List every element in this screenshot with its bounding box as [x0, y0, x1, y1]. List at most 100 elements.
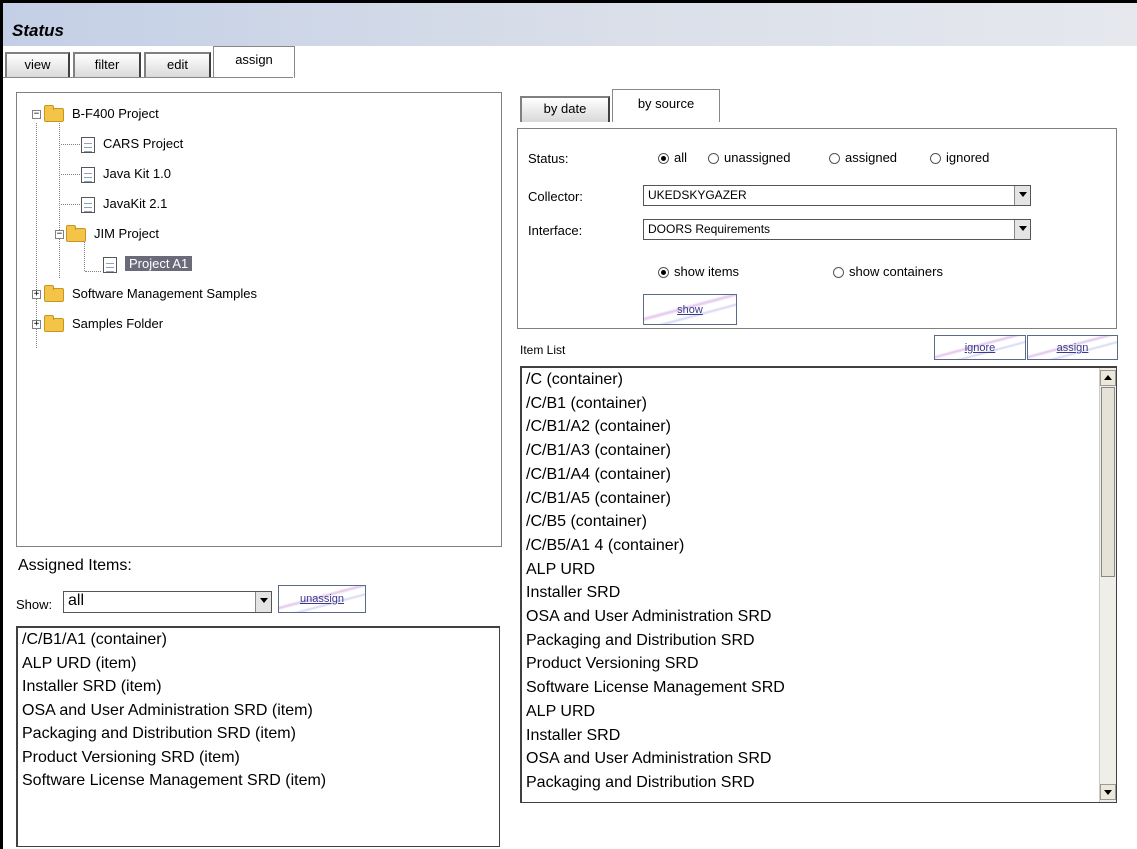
tree-item-java-kit-1-0[interactable]: Java Kit 1.0 — [81, 164, 171, 184]
list-item[interactable]: ALP URD — [522, 700, 1116, 724]
radio-label: show items — [674, 264, 740, 279]
list-item[interactable]: Packaging and Distribution SRD — [522, 771, 1116, 795]
radio-icon[interactable] — [658, 153, 669, 165]
item-list-label: Item List — [520, 343, 566, 357]
list-item[interactable]: OSA and User Administration SRD (item) — [18, 699, 499, 723]
list-item[interactable]: ALP URD — [522, 558, 1116, 582]
tab-by-source[interactable]: by source — [612, 89, 720, 122]
tree-folder-b-f400-project[interactable]: B-F400 Project — [44, 104, 159, 124]
main-tab-strip: view filter edit assign — [3, 46, 1137, 78]
assigned-items-list[interactable]: /C/B1/A1 (container) ALP URD (item) Inst… — [16, 626, 500, 847]
collapse-toggle[interactable]: − — [55, 230, 64, 239]
tree-item-javakit-2-1[interactable]: JavaKit 2.1 — [81, 194, 167, 214]
tree-line — [61, 204, 80, 205]
radio-label: ignored — [946, 150, 990, 165]
list-item[interactable]: /C/B1/A2 (container) — [522, 415, 1116, 439]
chevron-down-icon[interactable] — [1014, 186, 1030, 205]
tab-edit[interactable]: edit — [144, 52, 211, 78]
list-item[interactable]: /C/B5 (container) — [522, 510, 1116, 534]
tree-item-label: CARS Project — [103, 136, 184, 151]
tree-item-project-a1[interactable]: Project A1 — [103, 254, 193, 274]
expand-toggle[interactable]: + — [32, 290, 41, 299]
list-item[interactable]: /C/B1 (container) — [522, 392, 1116, 416]
scroll-down-icon[interactable] — [1100, 784, 1116, 800]
collector-label: Collector: — [528, 189, 583, 204]
list-item[interactable]: Packaging and Distribution SRD (item) — [18, 722, 499, 746]
list-item[interactable]: Product Versioning SRD (item) — [18, 746, 499, 770]
collector-select[interactable]: UKEDSKYGAZER — [643, 185, 1031, 206]
status-option-all[interactable]: all — [658, 150, 687, 165]
scroll-thumb[interactable] — [1101, 387, 1115, 577]
tree-item-cars-project[interactable]: CARS Project — [81, 134, 183, 154]
tree-line — [61, 144, 80, 145]
collapse-toggle[interactable]: − — [32, 110, 41, 119]
radio-icon[interactable] — [833, 267, 844, 279]
unassign-button[interactable]: unassign — [278, 585, 366, 613]
tree-item-label: Project A1 — [125, 256, 193, 271]
tree-line — [59, 123, 60, 278]
tree-item-label: B-F400 Project — [72, 106, 159, 121]
radio-label: show containers — [849, 264, 943, 279]
list-item[interactable]: Installer SRD (item) — [18, 675, 499, 699]
list-item[interactable]: Software License Management SRD (item) — [18, 769, 499, 793]
item-list-scrollbar[interactable] — [1099, 368, 1116, 802]
show-filter-select[interactable]: all — [63, 591, 272, 613]
interface-select[interactable]: DOORS Requirements — [643, 219, 1031, 240]
expand-toggle[interactable]: + — [32, 320, 41, 329]
document-icon — [103, 256, 117, 273]
tree-folder-jim-project[interactable]: JIM Project — [66, 224, 159, 244]
assign-button[interactable]: assign — [1027, 335, 1118, 360]
show-button[interactable]: show — [643, 294, 737, 325]
tree-item-label: JavaKit 2.1 — [103, 196, 168, 211]
list-item[interactable]: /C/B5/A1 4 (container) — [522, 534, 1116, 558]
radio-label: unassigned — [724, 150, 791, 165]
list-item[interactable]: Product Versioning SRD — [522, 652, 1116, 676]
project-tree: − B-F400 Project CARS Project Java Kit 1… — [16, 92, 502, 547]
tab-assign[interactable]: assign — [213, 46, 295, 78]
list-item[interactable]: /C/B1/A4 (container) — [522, 463, 1116, 487]
list-item[interactable]: OSA and User Administration SRD — [522, 605, 1116, 629]
show-filter-value: all — [68, 592, 85, 609]
list-item[interactable]: /C (container) — [522, 368, 1116, 392]
tree-line — [36, 123, 37, 348]
interface-value: DOORS Requirements — [648, 222, 771, 236]
status-option-unassigned[interactable]: unassigned — [708, 150, 791, 165]
list-item[interactable]: /C/B1/A3 (container) — [522, 439, 1116, 463]
tree-item-label: Software Management Samples — [72, 286, 257, 301]
radio-icon[interactable] — [829, 153, 840, 165]
radio-label: all — [674, 150, 688, 165]
tab-view[interactable]: view — [5, 52, 70, 78]
view-option-show-items[interactable]: show items — [658, 264, 739, 279]
folder-icon — [44, 314, 64, 332]
tab-filter[interactable]: filter — [73, 52, 141, 78]
window-frame-left — [0, 0, 3, 849]
tab-strip-divider — [3, 77, 293, 78]
list-item[interactable]: ALP URD (item) — [18, 652, 499, 676]
chevron-down-icon[interactable] — [1014, 220, 1030, 239]
radio-icon[interactable] — [930, 153, 941, 165]
list-item[interactable]: Packaging and Distribution SRD — [522, 629, 1116, 653]
tree-line — [61, 174, 80, 175]
list-item[interactable]: OSA and User Administration SRD — [522, 747, 1116, 771]
list-item[interactable]: Installer SRD — [522, 724, 1116, 748]
list-item[interactable]: /C/B1/A1 (container) — [18, 628, 499, 652]
document-icon — [81, 196, 95, 213]
scroll-up-icon[interactable] — [1100, 370, 1116, 386]
show-label: Show: — [16, 597, 53, 612]
radio-icon[interactable] — [658, 267, 669, 279]
radio-label: assigned — [845, 150, 898, 165]
view-option-show-containers[interactable]: show containers — [833, 264, 943, 279]
status-option-assigned[interactable]: assigned — [829, 150, 897, 165]
folder-icon — [66, 224, 86, 242]
list-item[interactable]: /C/B1/A5 (container) — [522, 487, 1116, 511]
list-item[interactable]: Software License Management SRD — [522, 676, 1116, 700]
list-item[interactable]: Installer SRD — [522, 581, 1116, 605]
tree-folder-samples-folder[interactable]: Samples Folder — [44, 314, 163, 334]
item-list[interactable]: /C (container) /C/B1 (container) /C/B1/A… — [520, 366, 1117, 803]
chevron-down-icon[interactable] — [255, 592, 271, 612]
radio-icon[interactable] — [708, 153, 719, 165]
status-option-ignored[interactable]: ignored — [930, 150, 989, 165]
tree-folder-software-management-samples[interactable]: Software Management Samples — [44, 284, 257, 304]
ignore-button[interactable]: ignore — [934, 335, 1026, 360]
tab-by-date[interactable]: by date — [520, 96, 610, 122]
